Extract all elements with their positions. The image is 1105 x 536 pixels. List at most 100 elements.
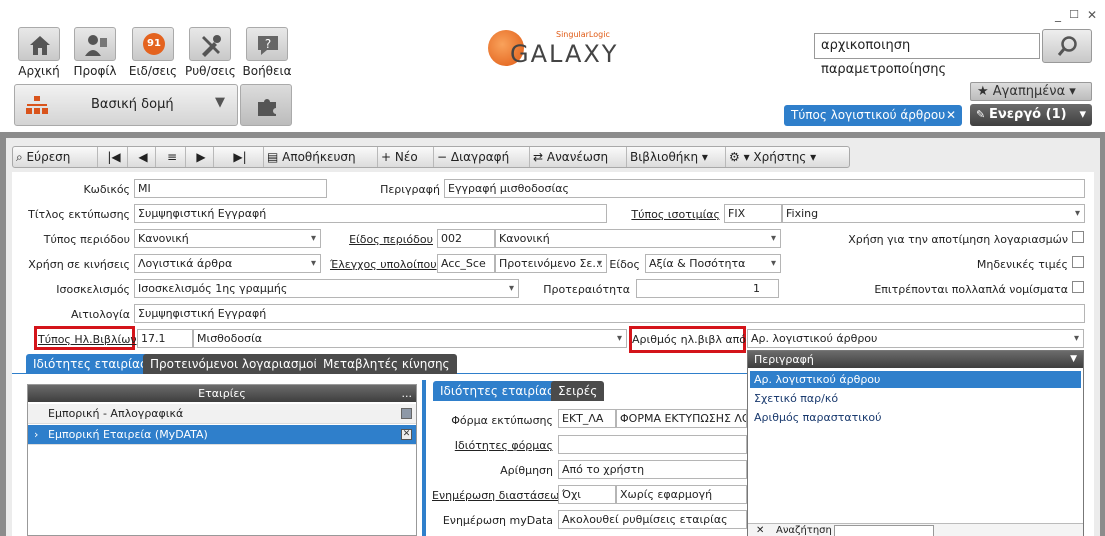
nav-settings[interactable]: Ρυθ/σεις <box>185 27 236 78</box>
subtab-company-properties[interactable]: Ιδιότητες εταιρίας <box>433 381 561 401</box>
dropdown-option[interactable]: Σχετικό παρ/κό <box>750 390 1081 407</box>
last-icon: ▶| <box>233 150 247 164</box>
global-search-input[interactable]: αρχικοποιηση παραμετροποίησης <box>814 33 1040 77</box>
form-properties-field[interactable] <box>558 435 747 454</box>
tab-suggested-accounts[interactable]: Προτεινόμενοι λογαριασμοί <box>143 354 325 374</box>
dropdown-header-label: Περιγραφή <box>754 353 814 366</box>
nav-profile-label: Προφίλ <box>73 64 117 78</box>
account-eval-checkbox[interactable] <box>1072 231 1084 243</box>
dimensions-code-field[interactable]: Όχι <box>558 485 616 504</box>
record-toolbar: ⌕ Εύρεση |◀ ◀ ≡ ▶ ▶| ▤ Αποθήκευση + Νέο … <box>12 146 850 168</box>
refresh-icon: ⇄ <box>533 150 547 164</box>
description-field[interactable]: Εγγραφή μισθοδοσίας <box>444 179 1085 198</box>
subtab-series[interactable]: Σειρές <box>551 381 605 401</box>
book-type-code-field[interactable]: 17.1 <box>137 329 193 348</box>
next-record-button[interactable]: ▶ <box>186 147 214 167</box>
minimize-button[interactable]: _ <box>1055 8 1061 22</box>
close-tab-icon[interactable]: ✕ <box>946 105 956 126</box>
book-type-link[interactable]: Τύπος Ηλ.Βιβλίων <box>38 333 137 346</box>
book-number-select[interactable]: Αρ. λογιστικού άρθρου <box>747 329 1084 348</box>
close-icon[interactable]: ✕ <box>756 525 764 536</box>
home-icon <box>30 36 50 55</box>
row-checkbox[interactable] <box>401 408 412 419</box>
nav-notifications[interactable]: 91 Ειδ/σεις <box>128 27 178 78</box>
parity-type-select[interactable]: Fixing <box>782 204 1085 223</box>
maximize-button[interactable]: ☐ <box>1069 8 1079 21</box>
parity-type-link[interactable]: Τύπος ισοτιμίας <box>620 208 720 221</box>
usage-select[interactable]: Λογιστικά άρθρα <box>134 254 321 273</box>
first-icon: |◀ <box>107 150 121 164</box>
period-kind-code-field[interactable]: 002 <box>437 229 495 248</box>
favorites-button[interactable]: ★ Αγαπημένα ▾ <box>970 82 1092 101</box>
mydata-update-field[interactable]: Ακολουθεί ρυθμίσεις εταιρίας <box>558 510 747 529</box>
grid-more-button[interactable]: ... <box>402 385 413 402</box>
library-button[interactable]: Βιβλιοθήκη ▾ <box>627 147 726 167</box>
priority-label: Προτεραιότητα <box>543 283 630 296</box>
print-form-field[interactable]: ΦΟΡΜΑ ΕΚΤΥΠΩΣΗΣ ΛΟΓ. <box>616 409 747 428</box>
kind-label: Είδος <box>609 258 640 271</box>
first-record-button[interactable]: |◀ <box>98 147 128 167</box>
reason-field[interactable]: Συμψηφιστική Εγγραφή <box>134 304 1085 323</box>
table-row[interactable]: Εμπορική - Απλογραφικά <box>28 404 416 424</box>
numbering-field[interactable]: Από το χρήστη <box>558 460 747 479</box>
print-form-code-field[interactable]: ΕΚΤ_ΛΑ <box>558 409 616 428</box>
tab-movement-variables[interactable]: Μεταβλητές κίνησης <box>316 354 457 374</box>
balance-check-code-field[interactable]: Acc_Sce <box>437 254 495 273</box>
parity-code-field[interactable]: FIX <box>724 204 782 223</box>
filter-icon[interactable]: ▼ <box>1070 351 1077 368</box>
row-checkbox-checked[interactable]: ✕ <box>401 429 412 440</box>
active-windows-button[interactable]: ✎ Ενεργό (1) ▾ <box>970 104 1092 126</box>
balance-check-link[interactable]: Έλεγχος υπολοίπου <box>330 258 437 271</box>
chevron-down-icon: ▾ <box>698 150 708 164</box>
list-button[interactable]: ≡ <box>156 147 186 167</box>
balancing-select[interactable]: Ισοσκελισμός 1ης γραμμής <box>134 279 519 298</box>
galaxy-logo: SingularLogic GALAXY <box>486 24 626 74</box>
last-record-button[interactable]: ▶| <box>214 147 264 167</box>
search-button[interactable] <box>1042 29 1092 63</box>
structure-select[interactable]: Βασική δομή ▼ <box>14 84 238 126</box>
zero-values-checkbox[interactable] <box>1072 256 1084 268</box>
plugins-button[interactable] <box>240 84 292 126</box>
user-menu-button[interactable]: ⚙ ▾ Χρήστης ▾ <box>726 147 850 167</box>
usage-label: Χρήση σε κινήσεις <box>28 258 130 271</box>
print-title-field[interactable]: Συμψηφιστική Εγγραφή <box>134 204 607 223</box>
dimensions-update-link[interactable]: Ενημέρωση διαστάσεων <box>432 489 565 502</box>
save-button[interactable]: ▤ Αποθήκευση <box>264 147 378 167</box>
tab-company-properties[interactable]: Ιδιότητες εταιρίας <box>26 354 154 374</box>
prev-record-button[interactable]: ◀ <box>128 147 156 167</box>
splitter[interactable] <box>422 380 426 536</box>
period-type-select[interactable]: Κανονική <box>134 229 321 248</box>
refresh-button[interactable]: ⇄ Ανανέωση <box>530 147 627 167</box>
period-kind-select[interactable]: Κανονική <box>495 229 781 248</box>
nav-help[interactable]: ? Βοήθεια <box>242 27 292 78</box>
profile-icon <box>85 35 107 56</box>
code-field[interactable]: ΜΙ <box>134 179 327 198</box>
book-type-select[interactable]: Μισθοδοσία <box>193 329 627 348</box>
new-label: Νέο <box>394 150 418 164</box>
multi-currency-checkbox[interactable] <box>1072 281 1084 293</box>
priority-stepper[interactable]: 1 <box>636 279 779 298</box>
library-label: Βιβλιοθήκη <box>630 150 699 164</box>
gear-icon: ⚙ ▾ <box>729 150 754 164</box>
logo-word: GALAXY <box>510 40 619 68</box>
balance-check-select[interactable]: Προτεινόμενο Σε... <box>495 254 607 273</box>
dropdown-search-input[interactable] <box>834 525 934 536</box>
multi-currency-label: Επιτρέπονται πολλαπλά νομίσματα <box>874 283 1068 296</box>
new-button[interactable]: + Νέο <box>378 147 434 167</box>
dropdown-option[interactable]: Αρ. λογιστικού άρθρου <box>750 371 1081 388</box>
dimensions-field[interactable]: Χωρίς εφαρμογή <box>616 485 747 504</box>
nav-home[interactable]: Αρχική <box>14 27 64 78</box>
kind-select[interactable]: Αξία & Ποσότητα <box>645 254 781 273</box>
table-row[interactable]: › Εμπορική Εταιρεία (MyDATA) ✕ <box>28 425 416 445</box>
period-kind-link[interactable]: Είδος περιόδου <box>330 233 433 246</box>
nav-profile[interactable]: Προφίλ <box>70 27 120 78</box>
find-button[interactable]: ⌕ Εύρεση <box>13 147 98 167</box>
numbering-label: Αρίθμηση <box>500 464 553 477</box>
form-properties-link[interactable]: Ιδιότητες φόρμας <box>432 439 553 452</box>
open-tab-account-article-type[interactable]: Τύπος λογιστικού άρθρου ✕ <box>784 105 962 126</box>
delete-button[interactable]: − Διαγραφή <box>434 147 530 167</box>
list-icon: ≡ <box>166 150 178 164</box>
dropdown-option[interactable]: Αριθμός παραστατικού <box>750 409 1081 426</box>
close-window-button[interactable]: ✕ <box>1087 8 1097 22</box>
open-tab-label: Τύπος λογιστικού άρθρου <box>791 108 946 122</box>
